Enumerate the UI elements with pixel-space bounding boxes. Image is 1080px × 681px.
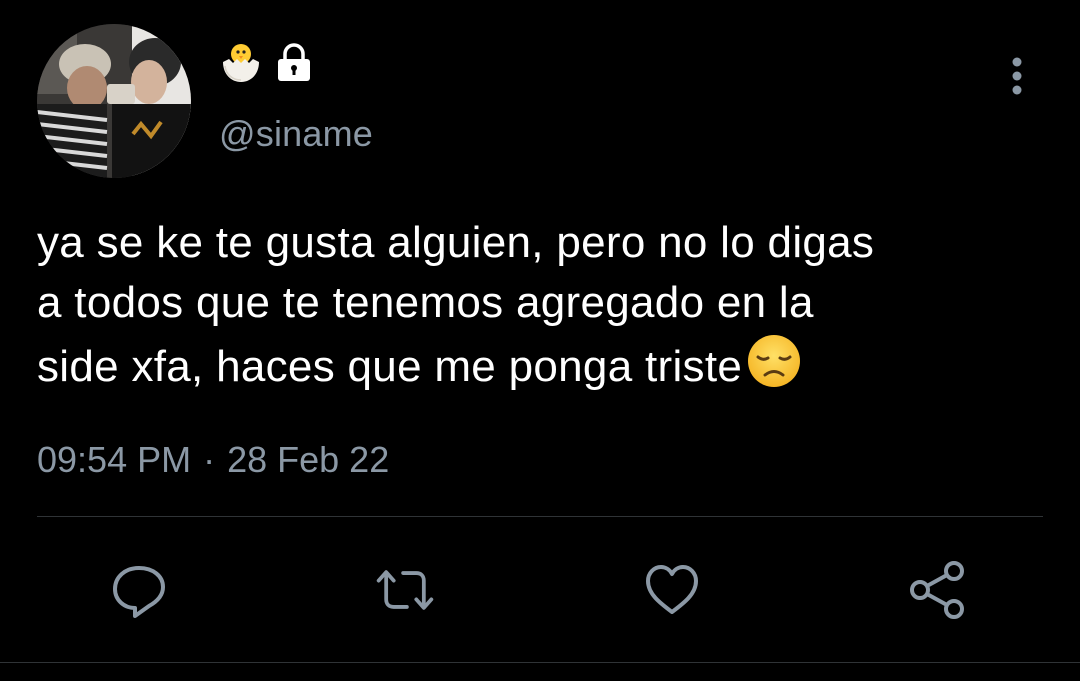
avatar[interactable] — [37, 24, 191, 178]
display-name[interactable] — [219, 40, 315, 84]
tweet-timestamp[interactable]: 09:54 PM · 28 Feb 22 — [37, 438, 389, 482]
tweet-time: 09:54 PM — [37, 439, 192, 480]
meta-separator: · — [203, 439, 216, 480]
bottom-divider — [0, 662, 1080, 663]
user-handle[interactable]: @siname — [219, 112, 373, 156]
share-button[interactable] — [906, 560, 970, 620]
tweet: @siname ya se ke te gusta alguien, pero … — [0, 0, 1080, 681]
action-bar — [0, 560, 1080, 620]
share-icon — [910, 561, 964, 619]
divider — [37, 516, 1043, 517]
chick-hatching-icon — [223, 44, 259, 82]
retweet-icon — [376, 570, 434, 610]
vertical-dots-icon — [1012, 57, 1022, 95]
retweet-button[interactable] — [373, 560, 437, 620]
like-button[interactable] — [640, 560, 704, 620]
more-options-button[interactable] — [1000, 52, 1034, 100]
reply-icon — [113, 566, 165, 618]
reply-button[interactable] — [107, 560, 171, 620]
avatar-photo — [37, 24, 191, 178]
tweet-date: 28 Feb 22 — [227, 439, 390, 480]
disappointed-face-icon — [748, 335, 801, 387]
tweet-text: ya se ke te gusta alguien, pero no lo di… — [37, 213, 1047, 397]
like-icon — [646, 565, 698, 614]
lock-icon — [278, 43, 310, 81]
